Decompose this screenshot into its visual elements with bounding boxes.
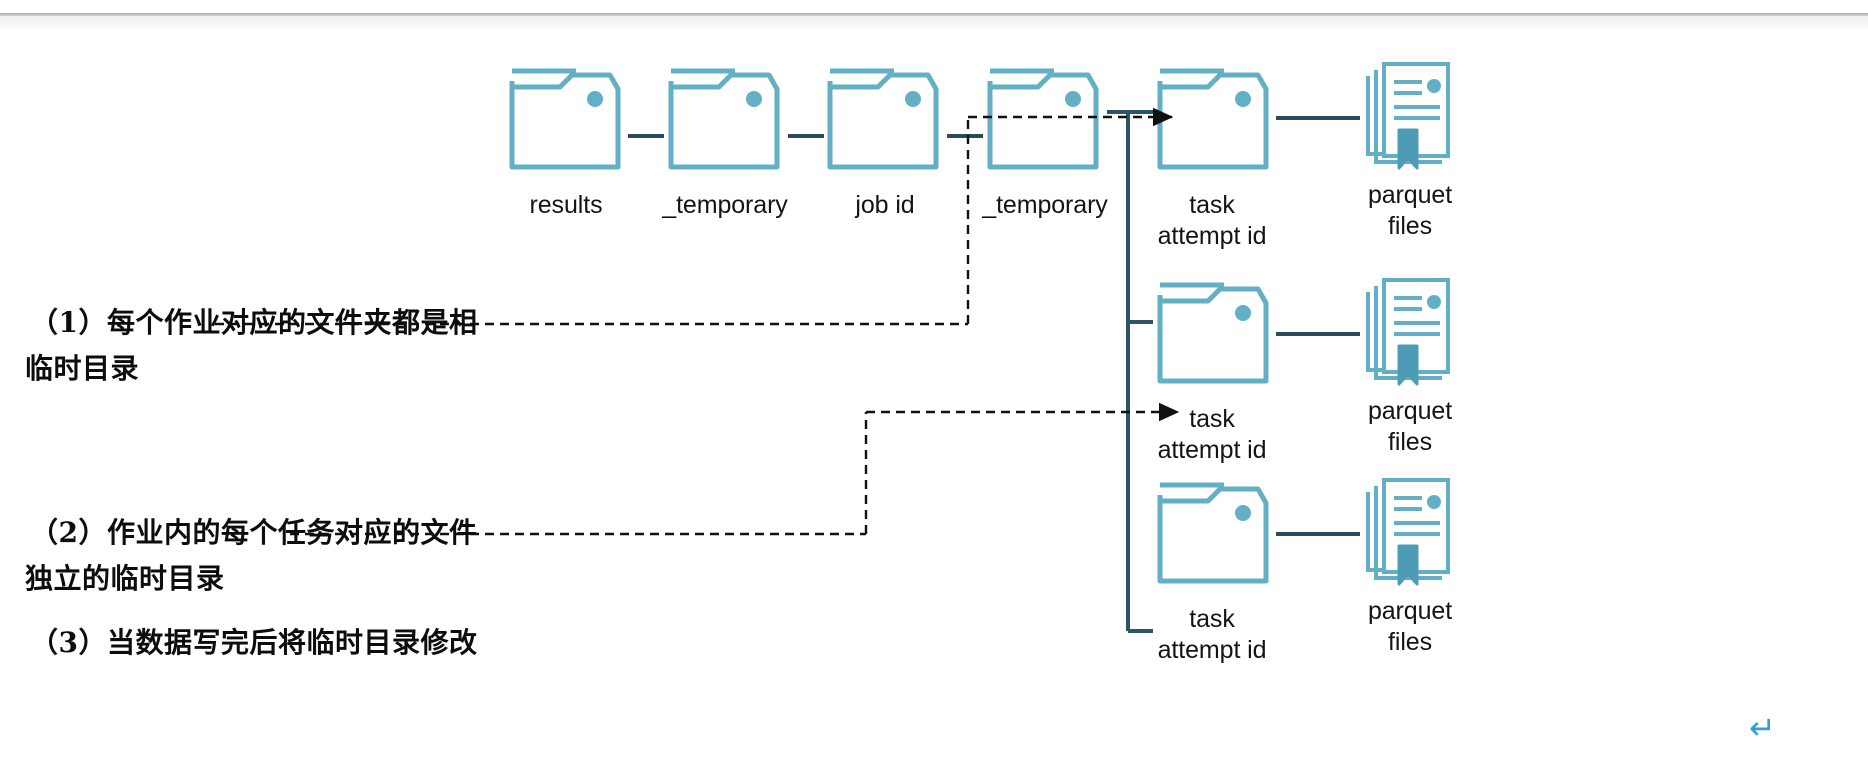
node-label-task-attempt-1: task attempt id — [1157, 191, 1267, 250]
node-label-task-attempt-3: task attempt id — [1157, 605, 1267, 664]
annotation-note-3-line-1: （3）当数据写完后将临时目录修改 — [30, 626, 478, 659]
folder-icon-task-attempt-1[interactable] — [1160, 71, 1266, 167]
annotation-note-1-line-1: （1）每个作业对应的文件夹都是相 — [30, 306, 478, 339]
node-label-parquet-files-2: parquet files — [1367, 397, 1453, 456]
folder-icon-task-attempt-3[interactable] — [1160, 485, 1266, 581]
top-chrome-fade — [0, 16, 1868, 32]
node-label-parquet-files-3: parquet files — [1367, 597, 1453, 656]
parquet-file-icon-1[interactable] — [1366, 62, 1450, 170]
folder-icon-temporary-2[interactable] — [990, 71, 1096, 167]
folder-icon-results[interactable] — [512, 71, 618, 167]
node-label-parquet-files-1: parquet files — [1367, 181, 1453, 240]
annotation-note-2-line-1: （2）作业内的每个任务对应的文件 — [30, 516, 478, 549]
node-label-task-attempt-2: task attempt id — [1157, 405, 1267, 464]
annotation-note-1-line-2: 临时目录 — [25, 352, 140, 385]
parquet-file-icon-3[interactable] — [1366, 478, 1450, 586]
enter-return-icon: ↵ — [1749, 709, 1776, 747]
folder-icon-task-attempt-2[interactable] — [1160, 285, 1266, 381]
folder-icon-temporary-1[interactable] — [671, 71, 777, 167]
annotation-note-2-line-2: 独立的临时目录 — [25, 562, 225, 595]
folder-icon-job-id[interactable] — [830, 71, 936, 167]
parquet-file-icon-2[interactable] — [1366, 278, 1450, 386]
slide-canvas: results _temporary job id _temporary tas… — [0, 0, 1868, 762]
